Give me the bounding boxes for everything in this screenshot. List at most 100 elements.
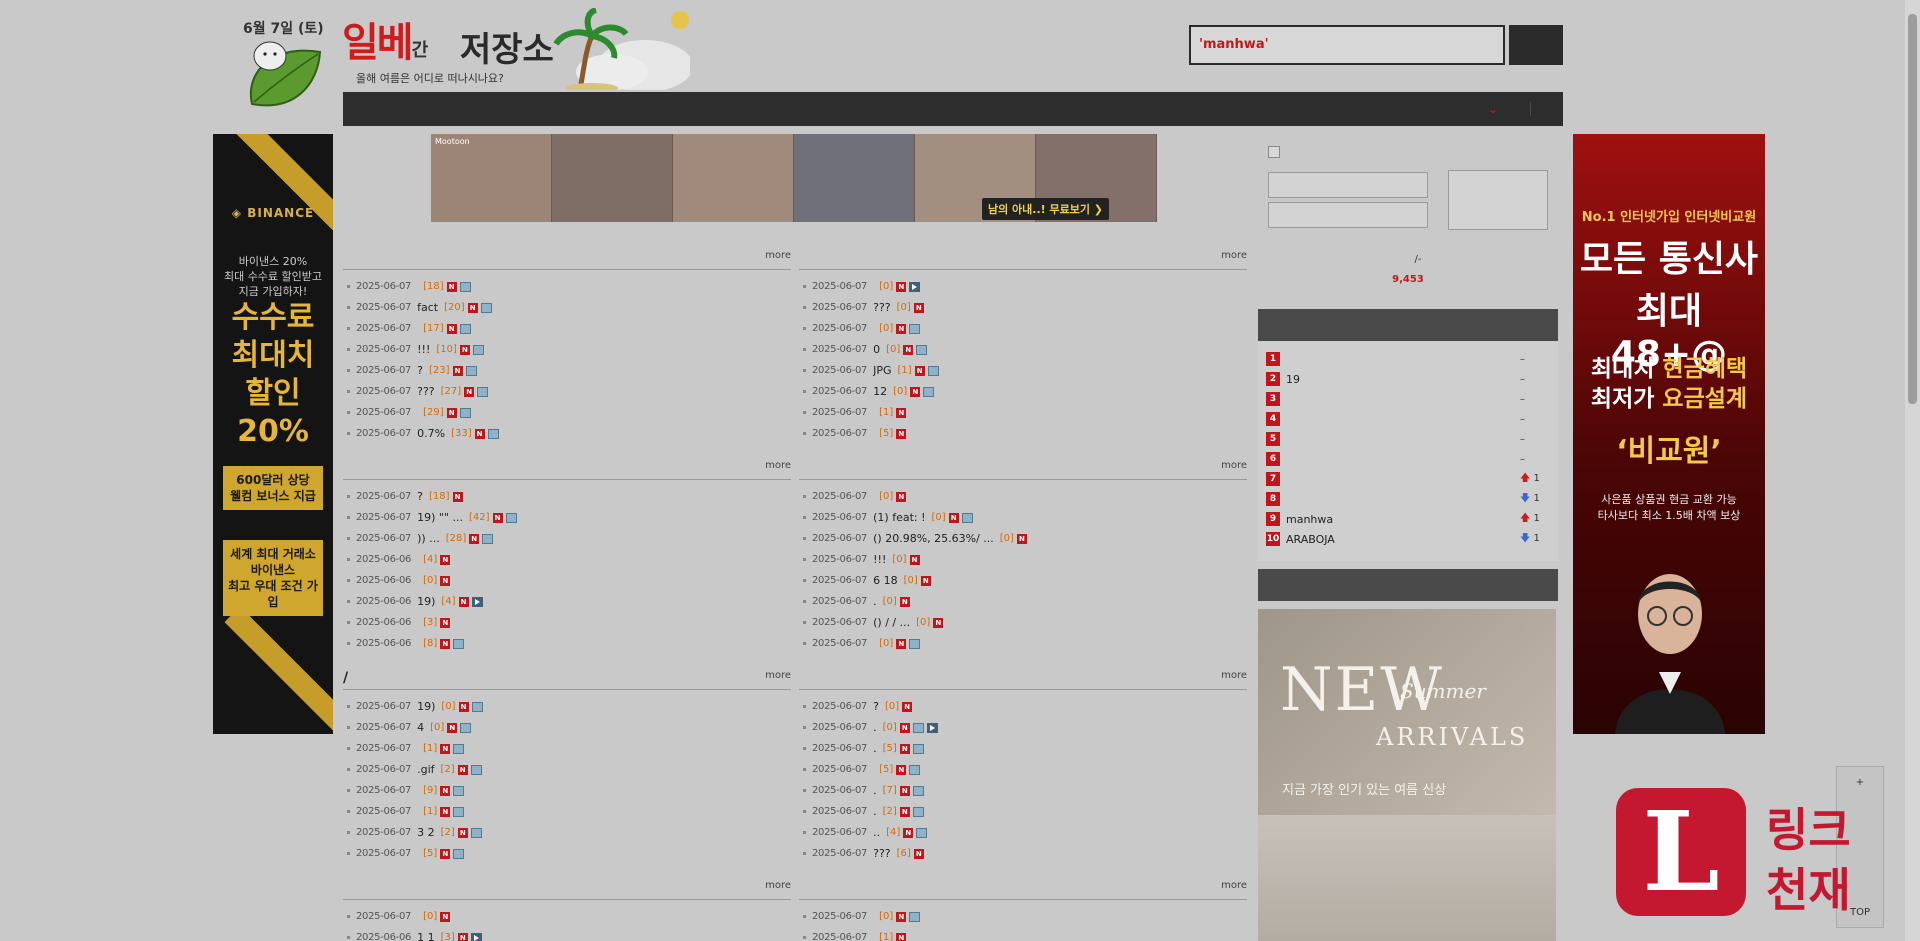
board-row[interactable]: 2025-06-07 [1] N: [343, 738, 791, 759]
quick-plus-button[interactable]: +: [1837, 777, 1883, 788]
post-title[interactable]: ?: [417, 490, 423, 503]
nav-dropdown[interactable]: ⌄: [1424, 102, 1530, 116]
post-title[interactable]: .: [873, 742, 877, 755]
post-title[interactable]: 19) "" ...: [417, 511, 463, 524]
login-button[interactable]: [1448, 170, 1548, 230]
board-row[interactable]: 2025-06-07 [5] N: [799, 759, 1247, 780]
ranking-item[interactable]: 7 🡅 1: [1266, 469, 1550, 489]
board-row[interactable]: 2025-06-07 [18] N: [343, 276, 791, 297]
ranking-item[interactable]: 4–: [1266, 409, 1550, 429]
post-title[interactable]: () / / ...: [873, 616, 910, 629]
post-title[interactable]: 4: [417, 721, 424, 734]
board-row[interactable]: 2025-06-07. [7] N: [799, 780, 1247, 801]
board-row[interactable]: 2025-06-07. [0] N: [799, 591, 1247, 612]
scrollbar-thumb[interactable]: [1908, 14, 1917, 404]
keep-login-checkbox[interactable]: [1268, 146, 1284, 158]
board-row[interactable]: 2025-06-07!!! [10] N: [343, 339, 791, 360]
board-row[interactable]: 2025-06-07 [1] N: [799, 927, 1247, 941]
board-more-link[interactable]: more: [765, 460, 791, 471]
board-row[interactable]: 2025-06-06 [8] N: [343, 633, 791, 654]
board-more-link[interactable]: more: [1221, 460, 1247, 471]
post-title[interactable]: () 20.98%, 25.63%/ ...: [873, 532, 994, 545]
board-row[interactable]: 2025-06-07? [0] N: [799, 696, 1247, 717]
board-row[interactable]: 2025-06-07!!! [0] N: [799, 549, 1247, 570]
post-title[interactable]: ?: [417, 364, 423, 377]
password-input[interactable]: [1268, 202, 1428, 228]
board-row[interactable]: 2025-06-07 () 20.98%, 25.63%/ ... [0] N: [799, 528, 1247, 549]
board-row[interactable]: 2025-06-07 fact [20] N: [343, 297, 791, 318]
post-title[interactable]: 0: [873, 343, 880, 356]
board-more-link[interactable]: more: [1221, 250, 1247, 261]
search-box[interactable]: 'manhwa': [1189, 25, 1505, 65]
board-row[interactable]: 2025-06-06 [0] N: [343, 570, 791, 591]
board-more-link[interactable]: more: [765, 250, 791, 261]
link-genius-logo[interactable]: L 링크 천재: [1616, 788, 1906, 918]
board-row[interactable]: 2025-06-07.. [4] N: [799, 822, 1247, 843]
board-row[interactable]: 2025-06-07 19) [0] N: [343, 696, 791, 717]
board-more-link[interactable]: more: [765, 670, 791, 681]
board-title[interactable]: /: [343, 670, 348, 686]
rank-keyword[interactable]: 19: [1286, 373, 1520, 386]
board-row[interactable]: 2025-06-06 1 1 [3] N: [343, 927, 791, 941]
rank-keyword[interactable]: ARABOJA: [1286, 533, 1520, 546]
board-row[interactable]: 2025-06-07 19) "" ... [42] N: [343, 507, 791, 528]
post-title[interactable]: 19): [417, 700, 435, 713]
board-row[interactable]: 2025-06-07 [1] N: [799, 402, 1247, 423]
page-scrollbar[interactable]: [1905, 0, 1920, 941]
post-title[interactable]: ???: [873, 847, 891, 860]
board-row[interactable]: 2025-06-07? [18] N: [343, 486, 791, 507]
post-title[interactable]: ..: [873, 826, 880, 839]
board-more-link[interactable]: more: [1221, 880, 1247, 891]
post-title[interactable]: (1) feat: !: [873, 511, 925, 524]
board-row[interactable]: 2025-06-07 [0] N: [343, 906, 791, 927]
post-title[interactable]: 19): [417, 595, 435, 608]
board-more-link[interactable]: more: [765, 880, 791, 891]
find-account-link[interactable]: /-: [1415, 254, 1422, 265]
board-row[interactable]: 2025-06-07. [0] N: [799, 717, 1247, 738]
banner-cta[interactable]: 남의 아내..! 무료보기 ❯: [981, 198, 1109, 220]
board-row[interactable]: 2025-06-07 [1] N: [343, 801, 791, 822]
post-title[interactable]: 6 18: [873, 574, 898, 587]
board-row[interactable]: 2025-06-06 19) [4] N: [343, 591, 791, 612]
board-row[interactable]: 2025-06-06 [3] N: [343, 612, 791, 633]
search-input[interactable]: [1191, 27, 1503, 63]
binance-ad-banner[interactable]: ◈ BINANCE 바이낸스 20% 최대 수수료 할인받고 지금 가입하자! …: [213, 134, 333, 734]
ranking-item[interactable]: 8 🡇 1: [1266, 489, 1550, 509]
board-row[interactable]: 2025-06-07 () / / ... [0] N: [799, 612, 1247, 633]
ranking-footer[interactable]: [1258, 569, 1558, 601]
board-row[interactable]: 2025-06-07 [5] N: [343, 843, 791, 864]
board-row[interactable]: 2025-06-07??? [0] N: [799, 297, 1247, 318]
board-row[interactable]: 2025-06-07. [5] N: [799, 738, 1247, 759]
board-row[interactable]: 2025-06-07 [17] N: [343, 318, 791, 339]
board-row[interactable]: 2025-06-07 JPG [1] N: [799, 360, 1247, 381]
webtoon-banner[interactable]: Mootoon 남의 아내..! 무료보기 ❯: [431, 134, 1157, 222]
board-row[interactable]: 2025-06-07 4 [0] N: [343, 717, 791, 738]
ranking-item[interactable]: 3–: [1266, 389, 1550, 409]
board-more-link[interactable]: more: [1221, 670, 1247, 681]
board-row[interactable]: 2025-06-07? [23] N: [343, 360, 791, 381]
post-title[interactable]: .: [873, 721, 877, 734]
post-title[interactable]: !!!: [873, 553, 886, 566]
ranking-item[interactable]: 5–: [1266, 429, 1550, 449]
board-row[interactable]: 2025-06-07 [5] N: [799, 423, 1247, 444]
board-row[interactable]: 2025-06-07 12 [0] N: [799, 381, 1247, 402]
board-row[interactable]: 2025-06-07 0 [0] N: [799, 339, 1247, 360]
post-title[interactable]: ???: [417, 385, 435, 398]
board-row[interactable]: 2025-06-07 [9] N: [343, 780, 791, 801]
post-title[interactable]: !!!: [417, 343, 430, 356]
internet-compare-ad[interactable]: No.1 인터넷가입 인터넷비교원 모든 통신사 최대 48+@ 최대치 현금혜…: [1573, 134, 1765, 734]
ranking-item[interactable]: 6–: [1266, 449, 1550, 469]
ranking-item[interactable]: 2 19–: [1266, 369, 1550, 389]
post-title[interactable]: ?: [873, 700, 879, 713]
site-logo[interactable]: 일베간 저장소 올해 여름은 어디로 떠나시나요?: [342, 8, 572, 88]
board-row[interactable]: 2025-06-07 [0] N: [799, 633, 1247, 654]
post-title[interactable]: 1 1: [417, 931, 435, 941]
ranking-item[interactable]: 9 manhwa 🡅 1: [1266, 509, 1550, 529]
board-row[interactable]: 2025-06-07 6 18 [0] N: [799, 570, 1247, 591]
checkbox-icon[interactable]: [1268, 146, 1280, 158]
post-title[interactable]: fact: [417, 301, 438, 314]
board-row[interactable]: 2025-06-07 [0] N: [799, 906, 1247, 927]
board-row[interactable]: 2025-06-07??? [27] N: [343, 381, 791, 402]
id-input[interactable]: [1268, 172, 1428, 198]
fashion-ad[interactable]: NEW Summer ARRIVALS 지금 가장 인기 있는 여름 신상: [1258, 609, 1556, 941]
